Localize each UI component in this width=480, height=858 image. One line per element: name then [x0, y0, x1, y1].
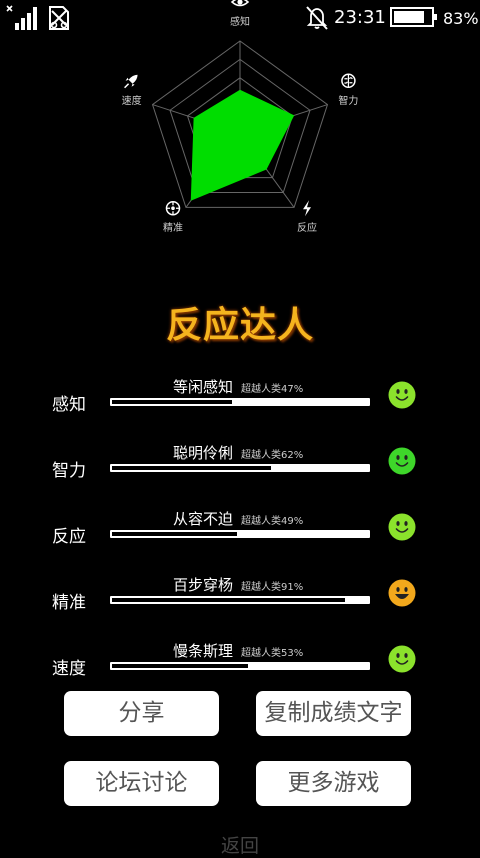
brain-icon — [341, 73, 356, 89]
radar-axis-label: 智力 — [338, 94, 358, 107]
stat-bar — [110, 464, 370, 472]
share-button[interactable]: 分享 — [64, 691, 219, 736]
target-icon — [165, 200, 181, 216]
radar-axis-3: 精准 — [163, 200, 183, 234]
stat-row: 反应 从容不迫 超越人类49% — [0, 510, 480, 566]
radar-axis-1: 智力 — [338, 73, 358, 107]
radar-axis-label: 精准 — [163, 221, 183, 234]
radar-axis-2: 反应 — [297, 200, 317, 234]
eye-icon — [230, 0, 250, 7]
stat-desc: 百步穿杨 超越人类91% — [173, 576, 304, 594]
stat-bar — [110, 530, 370, 538]
smile-face-icon — [388, 447, 416, 475]
smile-face-icon — [388, 381, 416, 409]
smile-face-icon — [388, 513, 416, 541]
stat-percent: 超越人类47% — [241, 384, 304, 395]
stat-name: 智力 — [52, 461, 86, 481]
stat-bar-fill — [112, 466, 271, 470]
radar-axis-label: 反应 — [297, 221, 317, 234]
radar-chart: 感知智力反应 精准 速度 — [122, 0, 358, 234]
stat-desc: 聪明伶俐 超越人类62% — [173, 444, 304, 462]
stat-bar-fill — [112, 664, 248, 668]
stat-percent: 超越人类62% — [241, 450, 304, 461]
stat-bar-fill — [112, 598, 345, 602]
stat-row: 智力 聪明伶俐 超越人类62% — [0, 444, 480, 500]
radar-axis-label: 速度 — [122, 94, 142, 107]
forum-button[interactable]: 论坛讨论 — [64, 761, 219, 806]
stat-percent: 超越人类53% — [241, 648, 304, 659]
stat-name: 反应 — [52, 527, 86, 547]
stat-bar-fill — [112, 400, 233, 404]
radar-axis-0: 感知 — [230, 0, 250, 28]
stat-row: 感知 等闲感知 超越人类47% — [0, 378, 480, 434]
more-games-button[interactable]: 更多游戏 — [256, 761, 411, 806]
radar-axis-4: 速度 — [122, 74, 142, 107]
stat-name: 精准 — [52, 593, 86, 613]
lightning-icon — [303, 200, 312, 217]
stat-percent: 超越人类91% — [241, 582, 304, 593]
stat-desc: 慢条斯理 超越人类53% — [173, 642, 304, 660]
radar-axis-label: 感知 — [230, 15, 250, 28]
result-title: 反应达人 — [165, 305, 314, 346]
stat-bar — [110, 596, 370, 604]
rocket-icon — [124, 74, 138, 89]
stat-percent: 超越人类49% — [241, 516, 304, 527]
stat-bar-fill — [112, 532, 238, 536]
stat-desc: 从容不迫 超越人类49% — [173, 510, 304, 528]
stat-row: 精准 百步穿杨 超越人类91% — [0, 576, 480, 632]
copy-result-button[interactable]: 复制成绩文字 — [256, 691, 411, 736]
grin-face-icon — [388, 579, 416, 607]
stat-bar — [110, 398, 370, 406]
smile-face-icon — [388, 645, 416, 673]
stat-name: 感知 — [52, 395, 86, 415]
stat-row: 速度 慢条斯理 超越人类53% — [0, 642, 480, 698]
stat-bar — [110, 662, 370, 670]
stat-desc: 等闲感知 超越人类47% — [173, 378, 304, 396]
stat-name: 速度 — [52, 659, 86, 679]
